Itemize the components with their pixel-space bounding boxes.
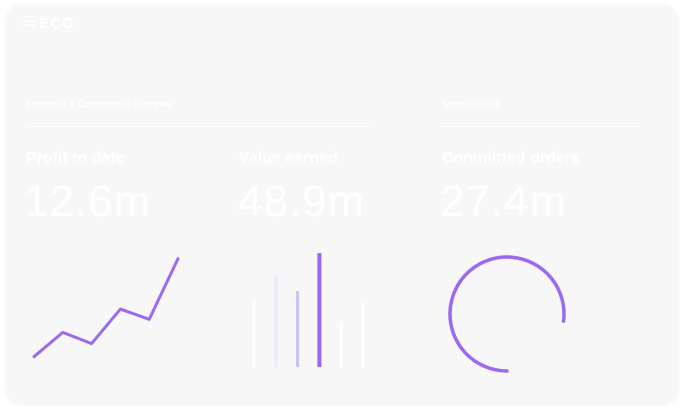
bar-5: [339, 321, 343, 367]
section-divider-supply: [440, 126, 640, 127]
committed-orders-label: Committed orders: [442, 150, 580, 167]
logo-text: ECG: [39, 14, 75, 32]
brand-logo[interactable]: ECG: [23, 14, 75, 32]
bar-2: [274, 274, 278, 367]
bar-3: [296, 291, 300, 367]
bar-6: [361, 302, 365, 367]
dashboard-card: ECG Financial & Commercial Overview Supp…: [6, 5, 678, 405]
profit-value: 12.6m: [24, 177, 152, 226]
value-earned-label: Value earned: [239, 150, 338, 167]
section-title-financial: Financial & Commercial Overview: [26, 99, 174, 109]
bar-1: [252, 300, 256, 367]
progress-ring-arc: [448, 255, 566, 373]
section-title-supply: Supply Chain: [442, 99, 501, 109]
bar-4: [317, 253, 322, 367]
section-divider-financial: [25, 126, 371, 127]
hamburger-icon[interactable]: [23, 14, 35, 32]
profit-line-series: [32, 257, 180, 359]
committed-orders-value: 27.4m: [440, 177, 568, 226]
profit-label: Profit to date: [26, 150, 125, 167]
value-earned-bar-chart: [252, 253, 365, 367]
profit-line-chart: [32, 257, 180, 359]
value-earned-value: 48.9m: [238, 177, 366, 226]
committed-orders-ring-chart: [448, 255, 566, 373]
